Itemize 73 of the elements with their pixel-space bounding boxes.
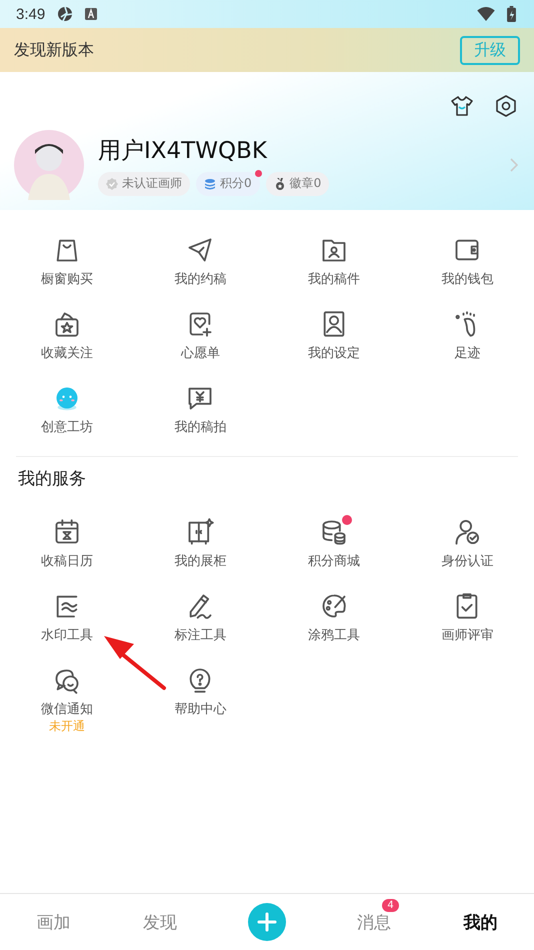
battery-icon: [507, 6, 516, 22]
item-label: 心愿单: [180, 345, 220, 362]
points-chip[interactable]: 积分0: [196, 172, 260, 196]
coins-icon: [320, 518, 348, 546]
settings-icon[interactable]: [494, 94, 518, 118]
item-label: 帮助中心: [174, 701, 226, 718]
user-name: 用户IX4TWQBK: [98, 136, 268, 166]
item-label: 标注工具: [174, 627, 226, 644]
nav-tab[interactable]: 画加: [36, 910, 70, 934]
plus-icon: [256, 912, 277, 932]
shortcut-item[interactable]: 我的钱包: [400, 236, 534, 294]
gift-box-icon: [52, 310, 81, 338]
shortcut-item[interactable]: 我的设定: [267, 310, 400, 368]
item-label: 我的稿件: [308, 271, 360, 288]
status-time: 3:49: [16, 6, 46, 22]
wifi-icon: [477, 7, 495, 21]
avatar[interactable]: [14, 130, 84, 200]
item-label: 我的设定: [308, 345, 360, 362]
item-label: 我的约稿: [174, 271, 226, 288]
item-label: 收藏关注: [40, 345, 93, 362]
item-label: 画师评审: [441, 627, 494, 644]
service-item[interactable]: 涂鸦工具: [267, 592, 400, 650]
service-item[interactable]: 收稿日历: [0, 518, 134, 576]
update-notice: 发现新版本: [14, 40, 94, 60]
section-title: 我的服务: [17, 468, 87, 491]
palette-icon: [320, 592, 348, 620]
keyboard-icon: [85, 8, 98, 20]
item-label: 足迹: [454, 345, 480, 362]
service-item[interactable]: 身份认证: [400, 518, 534, 576]
shortcut-item[interactable]: 足迹: [400, 310, 534, 368]
coins-stack-icon: [204, 178, 216, 190]
nav-tab[interactable]: 消息: [356, 910, 391, 934]
item-label: 橱窗购买: [40, 271, 93, 288]
service-item[interactable]: 水印工具: [0, 592, 134, 650]
item-label: 身份认证: [441, 553, 494, 570]
service-item[interactable]: 帮助中心: [134, 666, 267, 735]
cabinet-icon: [186, 518, 214, 546]
paper-plane-icon: [186, 236, 214, 264]
service-item[interactable]: 微信通知 未开通: [0, 666, 134, 735]
shortcut-item[interactable]: 我的稿件: [267, 236, 400, 294]
unread-count: 4: [382, 898, 399, 912]
medal-icon: [274, 178, 286, 190]
status-label: 未开通: [48, 718, 85, 735]
shortcut-item[interactable]: 心愿单: [134, 310, 267, 368]
shortcut-item[interactable]: 创意工坊: [0, 384, 134, 442]
artist-status-chip[interactable]: 未认证画师: [98, 172, 190, 196]
nav-tab[interactable]: 我的: [464, 910, 498, 934]
service-item[interactable]: 画师评审: [400, 592, 534, 650]
item-label: 微信通知: [40, 701, 93, 718]
item-label: 我的展柜: [174, 553, 226, 570]
item-label: 我的稿拍: [174, 419, 226, 436]
chevron-right-icon[interactable]: [510, 158, 518, 172]
add-button[interactable]: [248, 903, 286, 941]
user-check-icon: [453, 518, 482, 546]
item-label: 涂鸦工具: [308, 627, 360, 644]
medal-chip[interactable]: 徽章0: [266, 172, 330, 196]
shortcut-item[interactable]: 橱窗购买: [0, 236, 134, 294]
item-label: 收稿日历: [40, 553, 93, 570]
calendar-icon: [52, 518, 81, 546]
t-shirt-icon[interactable]: [450, 94, 474, 118]
verified-icon: [106, 178, 118, 190]
nav-tab[interactable]: 发现: [143, 910, 178, 934]
item-label: 积分商城: [308, 553, 360, 570]
item-label: 我的钱包: [441, 271, 494, 288]
item-label: 水印工具: [40, 627, 93, 644]
shortcut-item[interactable]: 我的稿拍: [134, 384, 267, 442]
item-label: 创意工坊: [40, 419, 93, 436]
service-item[interactable]: 我的展柜: [134, 518, 267, 576]
service-item[interactable]: 标注工具: [134, 592, 267, 650]
aperture-icon: [57, 6, 74, 22]
shortcut-item[interactable]: 收藏关注: [0, 310, 134, 368]
shortcut-item[interactable]: 我的约稿: [134, 236, 267, 294]
service-item[interactable]: 积分商城: [267, 518, 400, 576]
